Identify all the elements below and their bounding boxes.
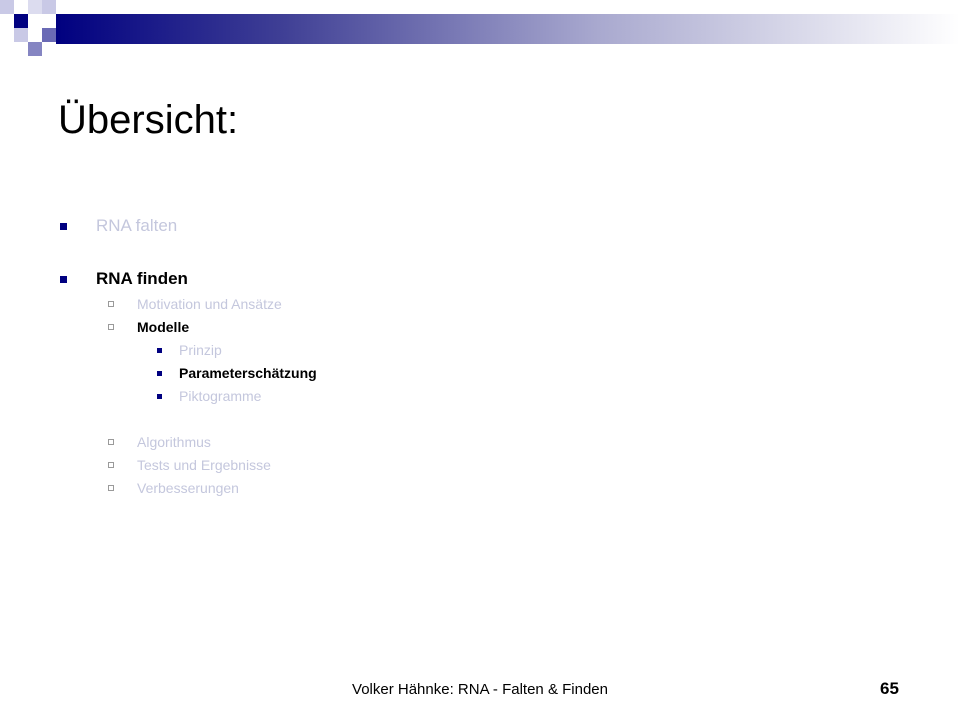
outline-item-label: Motivation und Ansätze [137,296,282,312]
hollow-square-bullet-icon [108,485,114,491]
outline-item-label: Piktogramme [179,388,262,404]
square-bullet-icon [157,371,162,376]
square-bullet-icon [157,348,162,353]
slide-footer: Volker Hähnke: RNA - Falten & Finden [352,681,608,698]
outline-item-label: Algorithmus [137,434,211,450]
outline-list: RNA falten RNA finden Motivation und Ans… [0,0,960,720]
outline-item-label: Prinzip [179,342,222,358]
square-bullet-icon [60,276,67,283]
square-bullet-icon [60,223,67,230]
hollow-square-bullet-icon [108,324,114,330]
hollow-square-bullet-icon [108,301,114,307]
outline-item-label: Modelle [137,319,190,335]
outline-item-label: RNA falten [96,216,178,235]
outline-item-label: Tests und Ergebnisse [137,457,271,473]
hollow-square-bullet-icon [108,462,114,468]
outline-item-label: Parameterschätzung [179,365,317,381]
outline-item-label: Verbesserungen [137,480,239,496]
outline-item-label: RNA finden [96,269,188,288]
square-bullet-icon [157,394,162,399]
hollow-square-bullet-icon [108,439,114,445]
slide-page-number: 65 [880,679,899,698]
